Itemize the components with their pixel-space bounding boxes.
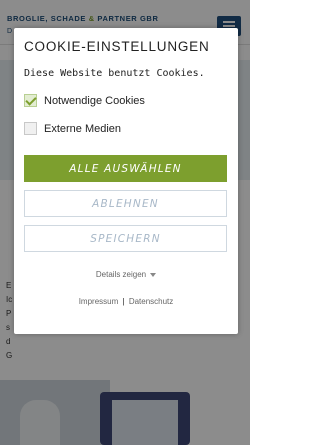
privacy-link[interactable]: Datenschutz [129, 297, 173, 306]
option-label: Externe Medien [44, 122, 122, 135]
imprint-link[interactable]: Impressum [79, 297, 119, 306]
decline-button[interactable]: ABLEHNEN [24, 190, 227, 217]
caret-down-icon [150, 272, 157, 277]
details-toggle[interactable]: Details zeigen [14, 270, 238, 279]
link-separator: | [122, 297, 125, 306]
footer-links: Impressum | Datenschutz [14, 297, 238, 306]
select-all-button[interactable]: ALLE AUSWÄHLEN [24, 155, 227, 182]
dialog-description: Diese Website benutzt Cookies. [24, 68, 205, 79]
cookie-dialog: COOKIE-EINSTELLUNGEN Diese Website benut… [14, 28, 238, 334]
checkbox-necessary-cookies[interactable] [24, 94, 37, 107]
save-button[interactable]: SPEICHERN [24, 225, 227, 252]
option-external-media[interactable]: Externe Medien [24, 121, 121, 136]
option-necessary-cookies[interactable]: Notwendige Cookies [24, 93, 145, 108]
dialog-title: COOKIE-EINSTELLUNGEN [24, 39, 210, 54]
details-link[interactable]: Details zeigen [96, 270, 146, 279]
checkbox-external-media[interactable] [24, 122, 37, 135]
option-label: Notwendige Cookies [44, 94, 145, 107]
